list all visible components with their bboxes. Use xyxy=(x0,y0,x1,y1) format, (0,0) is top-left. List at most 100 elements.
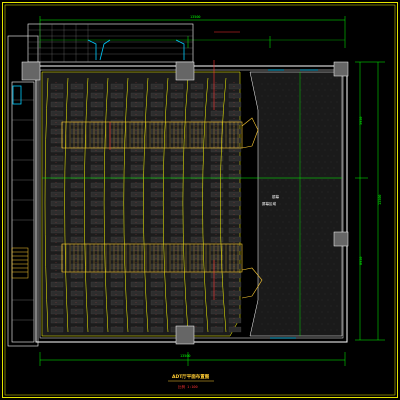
seat xyxy=(210,164,224,171)
floor-dot xyxy=(315,179,317,181)
seat xyxy=(50,119,64,126)
floor-dot xyxy=(282,113,284,115)
floor-dot xyxy=(333,263,335,265)
seat xyxy=(110,290,124,297)
seat xyxy=(190,119,204,126)
floor-dot xyxy=(318,173,320,175)
floor-dot xyxy=(300,77,302,79)
floor-dot xyxy=(264,221,266,223)
seat xyxy=(228,101,242,108)
floor-dot xyxy=(300,245,302,247)
floor-dot xyxy=(318,101,320,103)
floor-dot xyxy=(312,149,314,151)
floor-dot xyxy=(330,137,332,139)
floor-dot xyxy=(267,191,269,193)
seat xyxy=(228,164,242,171)
floor-dot xyxy=(318,245,320,247)
floor-dot xyxy=(321,179,323,181)
seat xyxy=(228,128,242,135)
floor-dot xyxy=(273,107,275,109)
floor-dot xyxy=(336,149,338,151)
floor-dot xyxy=(285,143,287,145)
floor-dot xyxy=(285,275,287,277)
seat xyxy=(70,308,84,315)
floor-dot xyxy=(318,77,320,79)
seat xyxy=(90,137,104,144)
seat xyxy=(228,236,242,243)
seat xyxy=(228,299,242,306)
seat xyxy=(190,263,204,270)
seat xyxy=(190,218,204,225)
floor-dot xyxy=(279,215,281,217)
floor-dot xyxy=(318,197,320,199)
floor-dot xyxy=(306,257,308,259)
floor-dot xyxy=(288,329,290,331)
floor-dot xyxy=(264,137,266,139)
floor-dot xyxy=(303,155,305,157)
seat xyxy=(228,308,242,315)
seat xyxy=(150,263,164,270)
floor-dot xyxy=(285,239,287,241)
floor-dot xyxy=(333,299,335,301)
floor-dot xyxy=(270,245,272,247)
floor-dot xyxy=(273,191,275,193)
floor-dot xyxy=(300,137,302,139)
seat xyxy=(70,272,84,279)
floor-dot xyxy=(318,149,320,151)
floor-dot xyxy=(309,107,311,109)
floor-dot xyxy=(330,305,332,307)
floor-dot xyxy=(294,329,296,331)
floor-dot xyxy=(291,239,293,241)
floor-dot xyxy=(336,305,338,307)
seat-rows xyxy=(44,77,242,333)
floor-dot xyxy=(282,89,284,91)
floor-dot xyxy=(267,227,269,229)
floor-dot xyxy=(312,113,314,115)
floor-dot xyxy=(306,125,308,127)
floor-dot xyxy=(261,299,263,301)
floor-dot xyxy=(303,251,305,253)
floor-dot xyxy=(264,245,266,247)
seat xyxy=(50,110,64,117)
seat xyxy=(130,326,144,333)
floor-dot xyxy=(321,167,323,169)
floor-dot xyxy=(288,233,290,235)
seat xyxy=(170,236,184,243)
seat xyxy=(50,245,64,252)
seat xyxy=(90,326,104,333)
floor-dot xyxy=(300,149,302,151)
seat xyxy=(210,83,224,90)
floor-dot xyxy=(312,209,314,211)
seat xyxy=(170,290,184,297)
floor-dot xyxy=(291,263,293,265)
floor-dot xyxy=(336,281,338,283)
seat xyxy=(70,92,84,99)
floor-dot xyxy=(312,329,314,331)
floor-dot xyxy=(327,299,329,301)
seat xyxy=(50,209,64,216)
seat xyxy=(110,110,124,117)
seat xyxy=(228,110,242,117)
floor-dot xyxy=(318,89,320,91)
floor-dot xyxy=(264,161,266,163)
floor-dot xyxy=(294,185,296,187)
floor-dot xyxy=(318,125,320,127)
floor-dot xyxy=(315,203,317,205)
floor-dot xyxy=(315,251,317,253)
floor-dot xyxy=(324,209,326,211)
floor-dot xyxy=(282,209,284,211)
seat xyxy=(228,92,242,99)
floor-dot xyxy=(333,323,335,325)
floor-dot xyxy=(282,317,284,319)
floor-dot xyxy=(306,245,308,247)
floor-dot xyxy=(285,227,287,229)
floor-dot xyxy=(336,113,338,115)
seat xyxy=(70,227,84,234)
seat xyxy=(210,200,224,207)
floor-dot xyxy=(324,173,326,175)
seat xyxy=(90,245,104,252)
floor-dot xyxy=(306,329,308,331)
seat xyxy=(190,254,204,261)
seat xyxy=(110,317,124,324)
seat xyxy=(130,272,144,279)
